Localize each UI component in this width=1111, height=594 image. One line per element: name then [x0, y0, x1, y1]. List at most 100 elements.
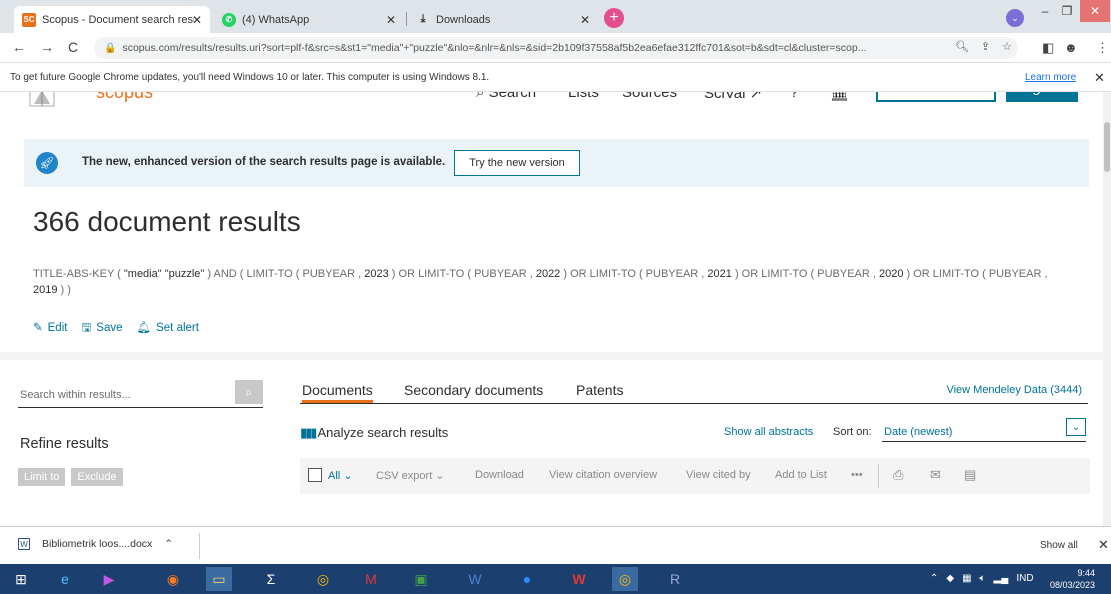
search-within-input[interactable]: Search within results... ⌕: [18, 380, 263, 408]
forward-icon[interactable]: →: [40, 39, 54, 55]
chrome-icon[interactable]: ◎: [310, 567, 336, 591]
show-all-button[interactable]: Show all: [1040, 540, 1078, 551]
query-year: 2022: [535, 268, 561, 280]
word-icon[interactable]: W: [462, 567, 488, 591]
windows-start-icon[interactable]: ⊞: [8, 567, 34, 591]
csv-export-dropdown[interactable]: CSV export ⌄: [376, 469, 445, 482]
address-bar[interactable]: 🔒 scopus.com/results/results.uri?sort=pl…: [94, 37, 1018, 59]
tab-scopus[interactable]: SC Scopus - Document search result ✕: [14, 6, 210, 33]
nav-scival[interactable]: SciVal ↗: [704, 92, 762, 102]
bookmark-star-icon[interactable]: ☆: [1002, 40, 1012, 53]
select-all-checkbox[interactable]: [308, 468, 322, 482]
limit-to-button[interactable]: Limit to: [18, 468, 66, 486]
new-tab-button[interactable]: +: [604, 8, 624, 28]
sign-in-button[interactable]: Sign in: [1006, 92, 1078, 102]
select-all-dropdown[interactable]: All ⌄: [328, 469, 353, 482]
scrollbar-thumb[interactable]: [1104, 122, 1110, 172]
tab-close-icon[interactable]: ✕: [386, 13, 396, 27]
tab-patents[interactable]: Patents: [576, 382, 623, 398]
bar-chart-icon: ▮▮▮: [300, 425, 318, 440]
edit-label: Edit: [47, 322, 68, 334]
nav-lists[interactable]: Lists: [568, 92, 599, 101]
system-clock[interactable]: 9:44 08/03/2023: [1050, 567, 1095, 591]
page-title: 366 document results: [33, 206, 301, 237]
institution-icon[interactable]: 🏛︎: [830, 92, 849, 102]
chevron-down-icon[interactable]: ⌄: [1066, 418, 1086, 436]
menu-icon[interactable]: ⋮: [1096, 40, 1109, 56]
signal-icon[interactable]: ▂▄: [994, 573, 1009, 584]
volume-icon[interactable]: 🔈︎: [980, 573, 986, 584]
close-window-button[interactable]: ✕: [1080, 0, 1110, 22]
print-icon[interactable]: ⎙: [893, 467, 903, 483]
exclude-button[interactable]: Exclude: [71, 468, 123, 486]
browser-tab-strip: SC Scopus - Document search result ✕ ✆ (…: [0, 0, 1111, 33]
file-explorer-icon[interactable]: ▭: [206, 567, 232, 591]
tab-secondary-documents[interactable]: Secondary documents: [404, 382, 543, 398]
view-citation-overview-button[interactable]: View citation overview: [549, 469, 657, 481]
set-alert-link[interactable]: 🔔︎ Set alert: [137, 320, 199, 339]
media-app-icon[interactable]: ▶: [96, 567, 122, 591]
minimize-button[interactable]: –: [1034, 0, 1056, 22]
tab-documents[interactable]: Documents: [302, 382, 373, 403]
firefox-icon[interactable]: ◉: [160, 567, 186, 591]
try-new-version-button[interactable]: Try the new version: [454, 150, 580, 176]
tab-search-icon[interactable]: ⌄: [1006, 9, 1024, 27]
bell-icon: 🔔︎: [136, 322, 152, 334]
tab-whatsapp[interactable]: ✆ (4) WhatsApp ✕: [214, 6, 404, 33]
nav-search[interactable]: ⌕ Search: [476, 92, 536, 101]
query-text: TITLE-ABS-KEY (: [33, 268, 124, 280]
mendeley-icon[interactable]: M: [358, 567, 384, 591]
save-query-link[interactable]: 🖫 Save: [81, 320, 122, 339]
scopus-brand[interactable]: scopus: [96, 92, 153, 103]
nav-sources[interactable]: Sources: [622, 92, 677, 101]
tray-arrow-icon[interactable]: ⌃: [930, 573, 938, 584]
view-cited-by-button[interactable]: View cited by: [686, 469, 751, 481]
profile-avatar[interactable]: ☻: [1064, 40, 1078, 55]
maximize-button[interactable]: ❐: [1056, 0, 1078, 22]
tab-close-icon[interactable]: ✕: [580, 13, 590, 27]
tray-app-icon[interactable]: ◆: [946, 573, 954, 584]
close-shelf-icon[interactable]: ✕: [1098, 537, 1109, 553]
edit-query-link[interactable]: ✎ Edit: [33, 320, 67, 339]
reload-icon[interactable]: C: [68, 39, 78, 55]
sort-select[interactable]: Date (newest) ⌄: [882, 418, 1086, 442]
bibliography-icon[interactable]: ▤: [964, 467, 976, 483]
close-infobar-icon[interactable]: ✕: [1094, 70, 1105, 86]
download-button[interactable]: Download: [475, 469, 524, 481]
scopus-page: scopus ⌕ Search Lists Sources SciVal ↗ ?…: [0, 92, 1103, 526]
calculator-app-icon[interactable]: Σ: [258, 567, 284, 591]
banner-text: The new, enhanced version of the search …: [82, 156, 446, 168]
query-actions: ✎ Edit 🖫 Save 🔔︎ Set alert: [33, 320, 199, 339]
network-icon[interactable]: ▦: [962, 573, 971, 584]
zoom-search-icon[interactable]: 🔍︎: [955, 40, 969, 53]
create-account-button[interactable]: Create account: [876, 92, 996, 102]
tab-downloads[interactable]: ⤓ Downloads ✕: [408, 6, 598, 33]
sidebar-toggle-icon[interactable]: ◧: [1042, 40, 1054, 56]
internet-explorer-icon[interactable]: e: [52, 567, 78, 591]
add-to-list-button[interactable]: Add to List: [775, 469, 827, 481]
tab-title: Downloads: [436, 13, 491, 26]
search-within-placeholder: Search within results...: [20, 389, 131, 401]
back-icon[interactable]: ←: [12, 39, 26, 55]
section-divider: [0, 352, 1103, 360]
chrome-active-icon[interactable]: ◎: [612, 567, 638, 591]
lock-icon: 🔒: [104, 42, 117, 54]
email-icon[interactable]: ✉: [930, 467, 941, 483]
learn-more-link[interactable]: Learn more: [1025, 72, 1076, 83]
chevron-up-icon[interactable]: ⌃: [164, 538, 173, 550]
presentation-app-icon[interactable]: ▣: [408, 567, 434, 591]
more-options-icon[interactable]: •••: [851, 469, 863, 481]
view-mendeley-data-link[interactable]: View Mendeley Data (3444): [946, 384, 1082, 396]
wps-office-icon[interactable]: W: [566, 567, 592, 591]
show-all-abstracts-link[interactable]: Show all abstracts: [724, 426, 813, 438]
r-language-icon[interactable]: R: [662, 567, 688, 591]
share-icon[interactable]: ⇪: [981, 40, 990, 53]
download-item[interactable]: W Bibliometrik loos....docx ⌃: [18, 538, 173, 550]
help-icon[interactable]: ?: [790, 92, 798, 101]
zoom-icon[interactable]: ●: [514, 567, 540, 591]
analyze-search-results-link[interactable]: ▮▮▮ Analyze search results: [300, 425, 448, 441]
tab-close-icon[interactable]: ✕: [192, 13, 202, 27]
search-icon[interactable]: ⌕: [235, 380, 263, 404]
language-indicator[interactable]: IND: [1016, 573, 1033, 584]
page-scrollbar[interactable]: [1103, 92, 1111, 526]
